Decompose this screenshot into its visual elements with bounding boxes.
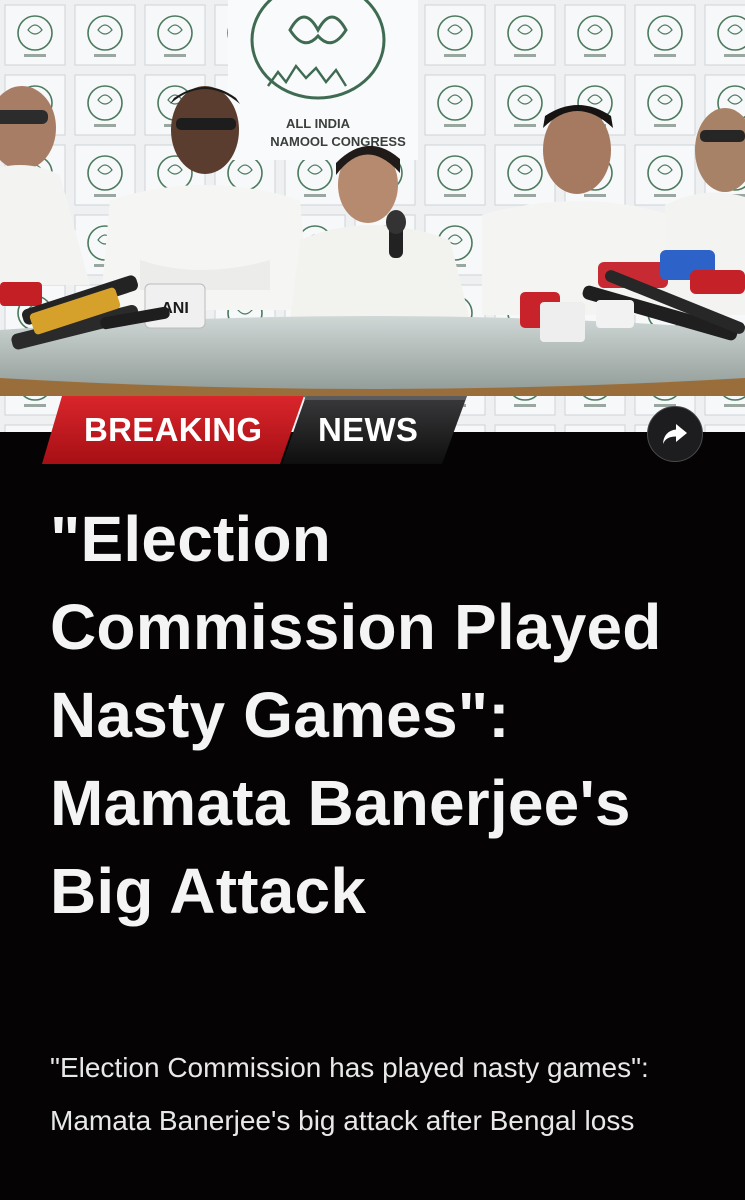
badge-breaking-label: BREAKING	[84, 411, 263, 448]
news-photo: ALL INDIA NAMOOL CONGRESS ANI	[0, 0, 745, 432]
press-conference-image: ALL INDIA NAMOOL CONGRESS ANI	[0, 0, 745, 432]
breaking-news-badge: BREAKING NEWS	[42, 396, 467, 464]
share-button[interactable]	[647, 406, 703, 462]
badge-news-label: NEWS	[318, 411, 419, 448]
backdrop-logo-text-2: NAMOOL CONGRESS	[270, 134, 406, 149]
backdrop-logo-text-1: ALL INDIA	[286, 116, 351, 131]
article-summary: "Election Commission has played nasty ga…	[50, 1052, 649, 1136]
article-headline[interactable]: "Election Commission Played Nasty Games"…	[50, 495, 710, 935]
share-arrow-icon	[663, 424, 687, 444]
